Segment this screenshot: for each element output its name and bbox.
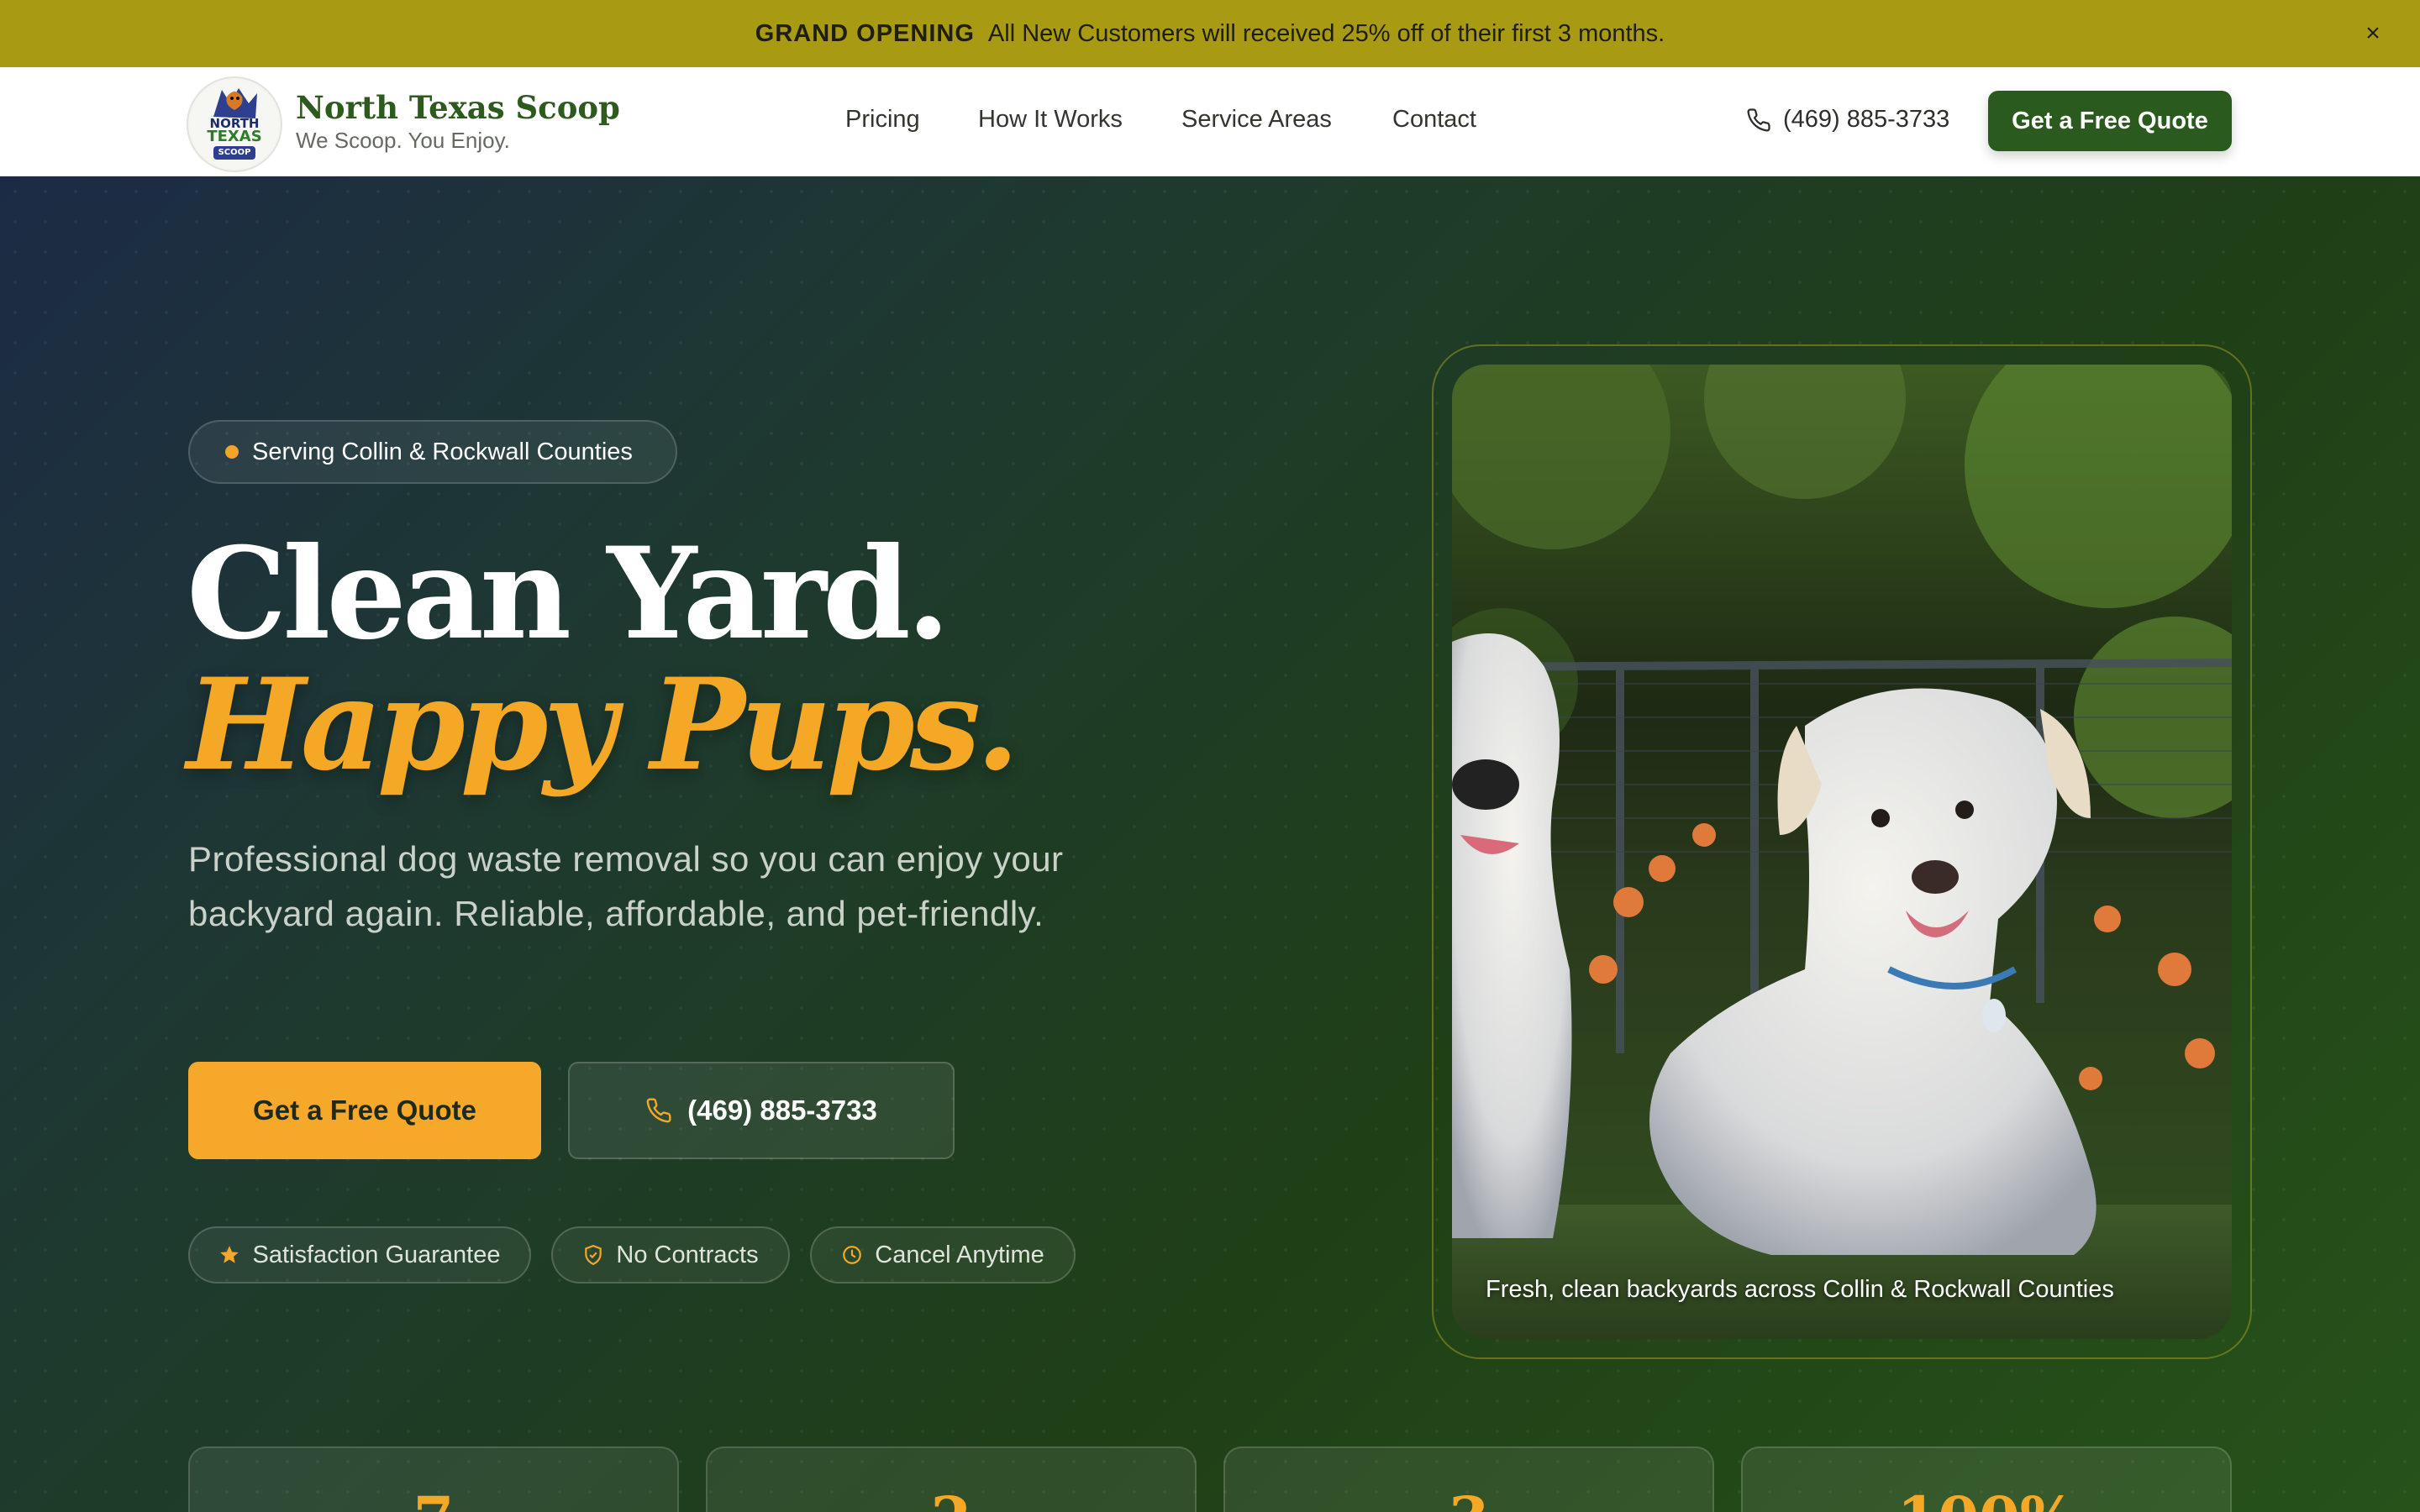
- badge-no-contracts: No Contracts: [551, 1226, 790, 1284]
- clock-icon: [843, 1246, 862, 1264]
- badge-satisfaction-label: Satisfaction Guarantee: [252, 1241, 501, 1268]
- badge-satisfaction: Satisfaction Guarantee: [188, 1226, 531, 1284]
- shield-check-icon: [585, 1245, 602, 1266]
- site-header: NORTH TEXAS SCOOP North Texas Scoop We S…: [0, 67, 2420, 176]
- status-dot-icon: [225, 445, 239, 459]
- header-quote-button[interactable]: Get a Free Quote: [1988, 91, 2232, 151]
- hero-subtext: Professional dog waste removal so you ca…: [188, 839, 1064, 933]
- stat-card-4: 100%: [1741, 1446, 2232, 1512]
- hero-photo: Fresh, clean backyards across Collin & R…: [1452, 365, 2232, 1339]
- hero-headline-line-1: Clean Yard.: [187, 520, 950, 668]
- stat-value: 100%: [1743, 1483, 2230, 1512]
- phone-icon: [646, 1098, 671, 1123]
- stat-value: 3: [1225, 1483, 1712, 1512]
- stat-card-3: 3: [1223, 1446, 1714, 1512]
- stat-card-2: 2: [706, 1446, 1197, 1512]
- badge-no-contracts-label: No Contracts: [616, 1241, 759, 1268]
- nav-item-pricing[interactable]: Pricing: [845, 106, 920, 134]
- phone-icon: [1747, 108, 1770, 131]
- header-phone-link[interactable]: (469) 885-3733: [1746, 106, 1949, 134]
- stat-card-1: 7: [188, 1446, 679, 1512]
- hero-call-number: (469) 885-3733: [687, 1095, 877, 1126]
- stat-value: 2: [708, 1483, 1195, 1512]
- header-phone-number: (469) 885-3733: [1783, 106, 1950, 133]
- close-icon[interactable]: ×: [2358, 18, 2388, 49]
- hero-call-button[interactable]: (469) 885-3733: [568, 1062, 955, 1159]
- hero-headline-line-2: Happy Pups.: [187, 651, 1019, 799]
- hero-section: Serving Collin & Rockwall Counties Clean…: [0, 176, 2420, 1512]
- announcement-label: GRAND OPENING: [755, 19, 975, 47]
- badge-cancel-anytime-label: Cancel Anytime: [875, 1241, 1044, 1268]
- logo-word-3: SCOOP: [213, 146, 256, 160]
- announcement-text: All New Customers will received 25% off …: [987, 19, 1665, 47]
- dogs-photo-illustration: [1452, 365, 2232, 1339]
- service-area-text: Serving Collin & Rockwall Counties: [252, 438, 633, 465]
- nav-item-contact[interactable]: Contact: [1392, 106, 1476, 134]
- nav-item-how-it-works[interactable]: How It Works: [978, 106, 1123, 134]
- announcement-bar: GRAND OPENING All New Customers will rec…: [0, 0, 2420, 67]
- service-area-pill: Serving Collin & Rockwall Counties: [188, 420, 677, 484]
- hero-quote-button[interactable]: Get a Free Quote: [188, 1062, 541, 1159]
- photo-caption: Fresh, clean backyards across Collin & R…: [1486, 1276, 2114, 1303]
- star-icon: [220, 1246, 239, 1263]
- stat-value: 7: [190, 1483, 677, 1512]
- nav-item-service-areas[interactable]: Service Areas: [1181, 106, 1332, 134]
- badge-cancel-anytime: Cancel Anytime: [810, 1226, 1076, 1284]
